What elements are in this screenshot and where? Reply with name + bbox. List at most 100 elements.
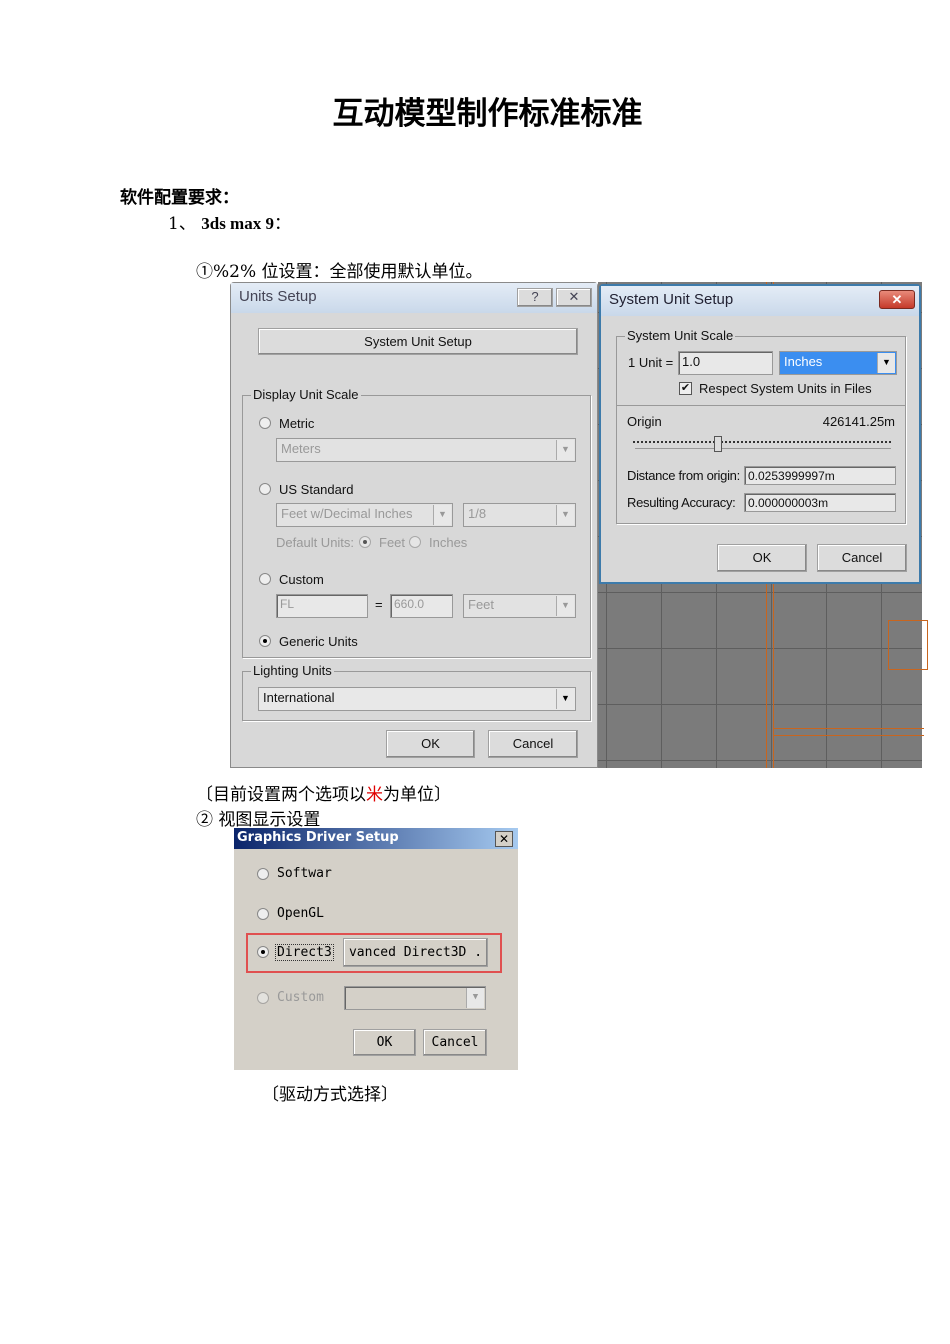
direct3d-radio[interactable] — [257, 946, 269, 958]
opengl-label: OpenGL — [277, 906, 324, 921]
cancel-button[interactable]: Cancel — [817, 544, 907, 572]
help-button[interactable]: ? — [517, 288, 553, 307]
equals-sign: = — [375, 597, 383, 612]
lighting-value: International — [263, 690, 335, 705]
custom-amount-input[interactable]: 660.0 — [390, 594, 453, 618]
chevron-down-icon: ▼ — [877, 353, 895, 373]
caption-text: 〔驱动方式选择〕 — [262, 1085, 398, 1105]
units-setup-titlebar: Units Setup ? ✕ — [231, 283, 597, 313]
chevron-down-icon: ▼ — [556, 689, 574, 709]
generic-units-radio[interactable] — [259, 635, 271, 647]
chevron-down-icon: ▼ — [556, 440, 574, 460]
custom-label: Custom — [279, 572, 324, 587]
unit-type-dropdown[interactable]: Inches ▼ — [779, 351, 897, 375]
item-number: 1、 — [168, 214, 196, 234]
unit-value-input[interactable]: 1.0 — [678, 351, 773, 375]
close-button[interactable]: ✕ — [495, 831, 513, 847]
default-inches-label: Inches — [429, 535, 468, 550]
close-icon: ✕ — [891, 292, 903, 307]
system-unit-setup-titlebar: System Unit Setup ✕ — [601, 286, 919, 316]
chevron-down-icon: ▼ — [433, 505, 451, 525]
metric-label: Metric — [279, 416, 315, 431]
ok-button[interactable]: OK — [386, 730, 475, 758]
close-icon: ✕ — [498, 832, 510, 846]
opengl-radio[interactable] — [257, 908, 269, 920]
default-inches-radio[interactable] — [409, 536, 421, 548]
advanced-direct3d-button[interactable]: vanced Direct3D . — [343, 938, 488, 967]
slider-ticks — [633, 441, 891, 443]
note-text: 〔目前设置两个选项以米为单位〕 — [196, 780, 451, 805]
graphics-driver-dialog: Graphics Driver Setup ✕ Softwar OpenGL D… — [234, 828, 518, 1070]
slider-track[interactable] — [635, 448, 891, 449]
distance-field: 0.0253999997m — [744, 466, 896, 485]
custom-unit-value: Feet — [468, 597, 495, 612]
note-after: 为单位〕 — [383, 785, 451, 805]
default-units-label: Default Units: — [276, 535, 355, 550]
cancel-button[interactable]: Cancel — [488, 730, 578, 758]
origin-value: 426141.25m — [822, 414, 895, 429]
orange-wireframe — [888, 620, 928, 670]
group-label: Lighting Units — [251, 663, 334, 678]
item-title: 3ds max 9 — [201, 214, 274, 233]
metric-dropdown[interactable]: Meters ▼ — [276, 438, 576, 462]
orange-wireframe — [774, 728, 924, 736]
section-heading: 软件配置要求： — [120, 188, 239, 208]
cancel-button[interactable]: Cancel — [423, 1029, 487, 1056]
us-standard-radio[interactable] — [259, 483, 271, 495]
custom-driver-dropdown[interactable]: ▼ — [344, 986, 486, 1010]
custom-name-input[interactable]: FL — [276, 594, 368, 618]
respect-units-label: Respect System Units in Files — [699, 381, 872, 396]
generic-units-label: Generic Units — [279, 634, 358, 649]
dialog-title: Graphics Driver Setup — [237, 830, 399, 845]
step2-text: ② 视图显示设置 — [196, 810, 321, 830]
step1-text: ①%2% 位设置：全部使用默认单位。 — [196, 262, 483, 282]
software-label: Softwar — [277, 866, 332, 881]
dialog-title: System Unit Setup — [609, 291, 734, 308]
chevron-down-icon: ▼ — [466, 988, 484, 1008]
us-unit-dropdown[interactable]: Feet w/Decimal Inches ▼ — [276, 503, 453, 527]
note-before: 〔目前设置两个选项以 — [196, 785, 366, 805]
custom-radio[interactable] — [259, 573, 271, 585]
unit-label: 1 Unit = — [628, 355, 674, 370]
default-feet-radio[interactable] — [359, 536, 371, 548]
origin-label: Origin — [627, 414, 662, 429]
item-heading: 1、 3ds max 9： — [168, 209, 291, 234]
custom-unit-dropdown[interactable]: Feet ▼ — [463, 594, 576, 618]
accuracy-label: Resulting Accuracy: — [627, 495, 736, 510]
accuracy-field: 0.000000003m — [744, 493, 896, 512]
us-standard-label: US Standard — [279, 482, 354, 497]
us-fraction-value: 1/8 — [468, 506, 487, 521]
chevron-down-icon: ▼ — [556, 505, 574, 525]
metric-radio[interactable] — [259, 417, 271, 429]
direct3d-label: Direct3 — [275, 944, 334, 961]
graphics-driver-titlebar: Graphics Driver Setup ✕ — [234, 828, 518, 849]
ok-button[interactable]: OK — [353, 1029, 416, 1056]
respect-units-checkbox[interactable]: ✔ — [679, 382, 692, 395]
lighting-units-dropdown[interactable]: International ▼ — [258, 687, 576, 711]
group-label: System Unit Scale — [625, 328, 736, 343]
origin-slider-thumb[interactable] — [714, 436, 722, 452]
ok-button[interactable]: OK — [717, 544, 807, 572]
distance-label: Distance from origin: — [627, 468, 740, 483]
custom-radio[interactable] — [257, 992, 269, 1004]
checkmark-icon: ✔ — [680, 382, 691, 394]
divider — [617, 405, 905, 406]
group-label: Display Unit Scale — [251, 387, 361, 402]
close-button[interactable]: ✕ — [879, 290, 915, 309]
software-radio[interactable] — [257, 868, 269, 880]
chevron-down-icon: ▼ — [556, 596, 574, 616]
note-highlight: 米 — [366, 785, 383, 805]
unit-type-value: Inches — [784, 354, 823, 369]
system-unit-setup-dialog: System Unit Setup ✕ System Unit Scale 1 … — [599, 284, 921, 584]
dialog-title: Units Setup — [239, 288, 317, 305]
units-setup-dialog: Units Setup ? ✕ System Unit Setup Displa… — [230, 282, 598, 768]
document-title: 互动模型制作标准标准 — [332, 96, 643, 132]
us-unit-value: Feet w/Decimal Inches — [281, 506, 413, 521]
system-unit-setup-button[interactable]: System Unit Setup — [258, 328, 578, 355]
custom-label: Custom — [277, 990, 324, 1005]
close-button[interactable]: ✕ — [556, 288, 592, 307]
default-feet-label: Feet — [379, 535, 406, 550]
us-fraction-dropdown[interactable]: 1/8 ▼ — [463, 503, 576, 527]
item-colon: ： — [273, 214, 291, 234]
close-icon: ✕ — [568, 289, 580, 304]
